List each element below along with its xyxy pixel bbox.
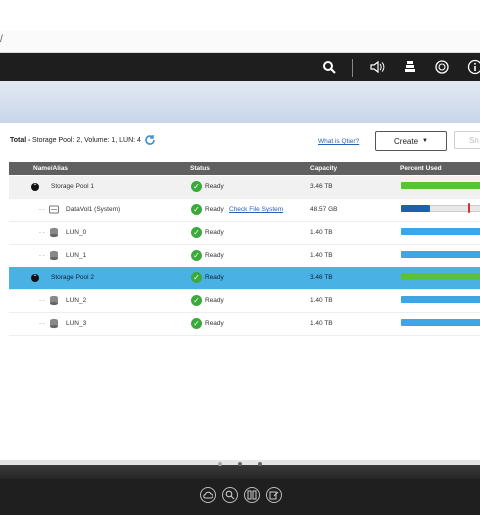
summary-label: Total - xyxy=(10,137,31,144)
tree-connector: - - xyxy=(39,298,45,304)
info-icon[interactable] xyxy=(466,58,480,76)
usage-bar xyxy=(401,228,480,235)
row-name: Storage Pool 2 xyxy=(51,274,95,281)
tree-connector: - - xyxy=(39,207,45,213)
collapse-icon[interactable]: ⌃ xyxy=(31,274,39,282)
page-dot[interactable] xyxy=(238,462,242,466)
row-status: Ready xyxy=(205,274,224,281)
row-capacity: 48.57 GB xyxy=(310,206,338,213)
lun-icon xyxy=(49,295,59,306)
usage-bar xyxy=(401,273,480,280)
table-row[interactable]: - - LUN_3 ✓ Ready 1.40 TB xyxy=(9,313,480,336)
row-name: DataVol1 (System) xyxy=(66,206,121,213)
refresh-icon[interactable] xyxy=(144,134,156,146)
row-capacity: 1.40 TB xyxy=(310,252,333,259)
create-label: Create xyxy=(394,136,419,146)
row-capacity: 1.40 TB xyxy=(310,297,333,304)
row-name: LUN_3 xyxy=(66,320,87,327)
toolbar-divider xyxy=(352,59,353,77)
cloud-icon[interactable] xyxy=(200,487,216,503)
row-name: LUN_2 xyxy=(66,297,87,304)
qtier-link[interactable]: What is Qtier? xyxy=(318,138,359,145)
table-row[interactable]: - - DataVol1 (System) ✓ Ready Check File… xyxy=(9,199,480,222)
summary-text: Storage Pool: 2, Volume: 1, LUN: 4 xyxy=(32,137,141,144)
tree-connector: - - xyxy=(39,321,45,327)
snapshot-button[interactable]: Sn xyxy=(454,131,480,149)
address-bar[interactable] xyxy=(0,30,480,53)
search-icon[interactable] xyxy=(222,487,238,503)
speaker-icon[interactable] xyxy=(368,58,386,76)
usage-bar xyxy=(401,251,480,258)
check-circle-icon: ✓ xyxy=(191,227,202,238)
edit-icon[interactable] xyxy=(266,487,282,503)
header-percent: Percent Used xyxy=(400,165,442,172)
tree-connector: - - xyxy=(39,253,45,259)
header-capacity: Capacity xyxy=(310,165,338,172)
row-status: Ready xyxy=(205,252,224,259)
check-circle-icon: ✓ xyxy=(191,250,202,261)
row-capacity: 3.46 TB xyxy=(310,274,333,281)
lun-icon xyxy=(49,318,59,329)
check-circle-icon: ✓ xyxy=(191,295,202,306)
snapshot-label: Sn xyxy=(469,135,479,145)
row-status: Ready xyxy=(205,229,224,236)
lun-icon xyxy=(49,250,59,261)
dock-highlight xyxy=(0,465,480,479)
row-name: LUN_0 xyxy=(66,229,87,236)
header-status: Status xyxy=(190,165,210,172)
check-file-system-link[interactable]: Check File System xyxy=(229,206,283,213)
sub-header xyxy=(0,81,480,123)
usage-bar xyxy=(401,319,480,326)
sync-icon[interactable] xyxy=(433,58,451,76)
collapse-icon[interactable]: ⌃ xyxy=(31,183,39,191)
row-capacity: 1.40 TB xyxy=(310,229,333,236)
check-circle-icon: ✓ xyxy=(191,318,202,329)
stack-icon[interactable] xyxy=(401,58,419,76)
check-circle-icon: ✓ xyxy=(191,272,202,283)
row-status: Ready xyxy=(205,183,224,190)
grid-icon[interactable] xyxy=(244,487,260,503)
check-circle-icon: ✓ xyxy=(191,181,202,192)
table-row[interactable]: - - LUN_2 ✓ Ready 1.40 TB xyxy=(9,290,480,313)
threshold-marker xyxy=(468,203,470,213)
table-row[interactable]: - - LUN_0 ✓ Ready 1.40 TB xyxy=(9,222,480,245)
tree-connector: - - xyxy=(39,230,45,236)
table-row[interactable]: - - LUN_1 ✓ Ready 1.40 TB xyxy=(9,245,480,268)
row-status: Ready xyxy=(205,320,224,327)
table-header: Name/Alias Status Capacity Percent Used xyxy=(9,162,480,175)
lun-icon xyxy=(49,227,59,238)
usage-bar xyxy=(401,182,480,189)
page-dot[interactable] xyxy=(258,462,262,466)
check-circle-icon: ✓ xyxy=(191,204,202,215)
table-row-selected[interactable]: ⌃ Storage Pool 2 ✓ Ready 3.46 TB xyxy=(9,267,480,290)
search-icon[interactable] xyxy=(320,58,338,76)
browser-tab-bar xyxy=(0,0,480,31)
usage-bar xyxy=(401,205,430,212)
page-dot[interactable] xyxy=(218,462,222,466)
usage-bar xyxy=(401,296,480,303)
create-button[interactable]: Create ▼ xyxy=(375,131,447,151)
row-status: Ready xyxy=(205,206,224,213)
row-capacity: 3.46 TB xyxy=(310,183,333,190)
address-text: / xyxy=(0,34,3,45)
table-row[interactable]: ⌃ Storage Pool 1 ✓ Ready 3.46 TB xyxy=(9,176,480,199)
row-name: Storage Pool 1 xyxy=(51,183,95,190)
row-name: LUN_1 xyxy=(66,252,87,259)
row-status: Ready xyxy=(205,297,224,304)
volume-icon xyxy=(49,204,59,215)
caret-down-icon: ▼ xyxy=(422,138,428,144)
header-name: Name/Alias xyxy=(33,165,69,172)
row-capacity: 1.40 TB xyxy=(310,320,333,327)
